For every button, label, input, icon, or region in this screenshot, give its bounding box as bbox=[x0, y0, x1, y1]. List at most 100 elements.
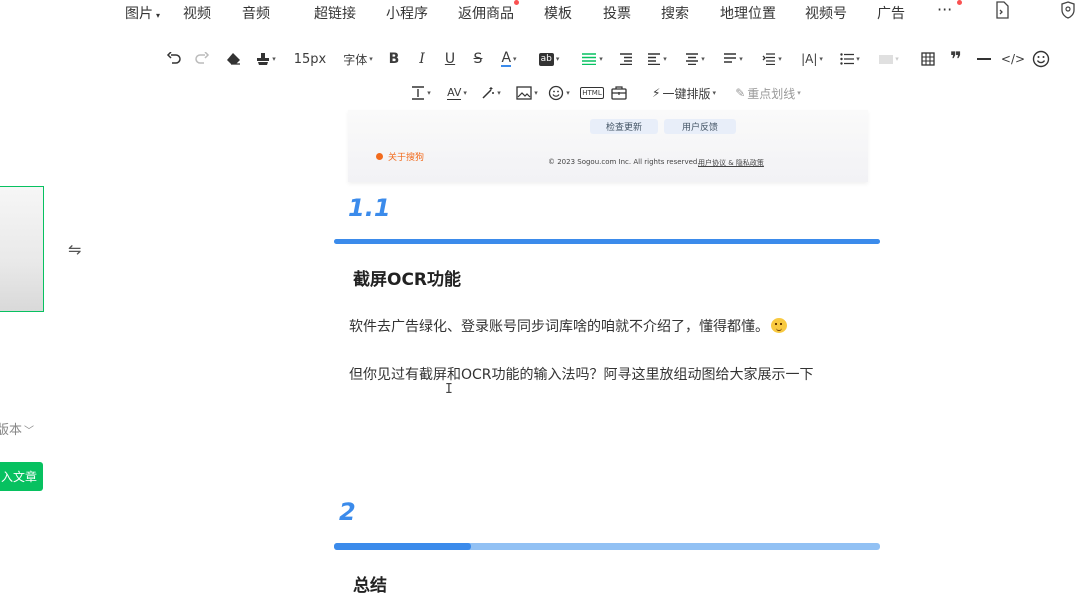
line-height-caret-icon: ▾ bbox=[739, 55, 743, 63]
sticker-icon[interactable]: ▾ bbox=[544, 78, 574, 108]
indent-icon[interactable] bbox=[616, 44, 636, 74]
vertical-align-icon[interactable]: ▾ bbox=[406, 78, 436, 108]
embedded-screenshot-image[interactable]: 检查更新 用户反馈 关于搜狗 © 2023 Sogou.com Inc. All… bbox=[348, 110, 868, 182]
version-selector[interactable]: 版本 ﹀ bbox=[0, 419, 34, 438]
char-spacing-caret-icon: ▾ bbox=[463, 89, 467, 97]
menu-location[interactable]: 地理位置 bbox=[720, 3, 776, 23]
undo-icon[interactable] bbox=[164, 44, 184, 74]
italic-icon[interactable]: I bbox=[412, 44, 432, 74]
menu-rebate-goods[interactable]: 返佣商品 bbox=[458, 3, 514, 23]
strikethrough-icon[interactable]: S bbox=[468, 44, 488, 74]
policy-links: 用户协议 & 隐私政策 bbox=[698, 159, 764, 167]
lightning-icon: ⚡ bbox=[652, 86, 661, 100]
highlight-line-caret-icon: ▾ bbox=[797, 89, 801, 97]
menu-image[interactable]: 图片 ▾ bbox=[125, 3, 160, 23]
section-number: 2 bbox=[339, 498, 356, 526]
font-family-select[interactable]: 字体 ▾ bbox=[340, 44, 376, 74]
html-icon[interactable]: HTML bbox=[580, 78, 604, 108]
background-color-icon[interactable]: ab ▾ bbox=[534, 44, 564, 74]
menu-video[interactable]: 视频 bbox=[183, 3, 211, 23]
font-size-select[interactable]: 15px bbox=[292, 44, 328, 74]
font-family-label: 字体 bbox=[343, 52, 368, 67]
menu-ads[interactable]: 广告 bbox=[877, 3, 905, 23]
cat-emoji-icon bbox=[771, 318, 787, 333]
section-progress-fill bbox=[334, 543, 471, 550]
section-progress-bar bbox=[334, 239, 880, 244]
letter-spacing-icon[interactable]: |A| ▾ bbox=[798, 44, 826, 74]
insert-menu-bar: 图片 ▾ 视频 音频 超链接 小程序 返佣商品 模板 投票 搜索 地理位置 视频号… bbox=[0, 0, 1080, 26]
menu-audio[interactable]: 音频 bbox=[242, 3, 270, 23]
html-label: HTML bbox=[580, 87, 604, 99]
emoji-icon[interactable] bbox=[1030, 44, 1052, 74]
section-heading[interactable]: 总结 bbox=[353, 571, 387, 596]
paragraph[interactable]: 软件去广告绿化、登录账号同步词库啥的咱就不介绍了，懂得都懂。 bbox=[349, 316, 787, 336]
code-icon[interactable]: </> bbox=[1001, 44, 1025, 74]
check-update-pill: 检查更新 bbox=[590, 119, 658, 134]
vertical-align-caret-icon: ▾ bbox=[427, 89, 431, 97]
outdent-icon[interactable]: ▾ bbox=[644, 44, 670, 74]
magic-wand-icon[interactable]: ▾ bbox=[476, 78, 506, 108]
align-left-icon[interactable]: ▾ bbox=[578, 44, 606, 74]
insert-image-icon[interactable]: ▾ bbox=[512, 78, 542, 108]
paragraph-spacing-caret-icon: ▾ bbox=[701, 55, 705, 63]
article-cover-thumbnail[interactable] bbox=[0, 186, 44, 312]
copyright-text: © 2023 Sogou.com Inc. All rights reserve… bbox=[548, 158, 700, 166]
table-style-icon[interactable]: ▾ bbox=[874, 44, 904, 74]
paragraph-text: 软件去广告绿化、登录账号同步词库啥的咱就不介绍了，懂得都懂。 bbox=[349, 319, 769, 335]
menu-mini-program[interactable]: 小程序 bbox=[386, 3, 428, 23]
font-family-caret-icon: ▾ bbox=[369, 55, 373, 63]
menu-template[interactable]: 模板 bbox=[544, 3, 572, 23]
menu-channels[interactable]: 视频号 bbox=[805, 3, 847, 23]
eraser-icon[interactable] bbox=[224, 44, 244, 74]
outdent-caret-icon: ▾ bbox=[663, 55, 667, 63]
menu-more-badge bbox=[957, 0, 962, 5]
section-progress-fill bbox=[334, 239, 880, 244]
line-height-icon[interactable]: ▾ bbox=[720, 44, 746, 74]
table-icon[interactable] bbox=[918, 44, 938, 74]
redo-icon[interactable] bbox=[192, 44, 212, 74]
magic-wand-caret-icon: ▾ bbox=[497, 89, 501, 97]
list-indent-icon[interactable]: ▾ bbox=[758, 44, 786, 74]
insert-article-button[interactable]: 入文章 bbox=[0, 462, 43, 491]
menu-hyperlink[interactable]: 超链接 bbox=[314, 3, 356, 23]
paragraph-spacing-icon[interactable]: ▾ bbox=[682, 44, 708, 74]
menu-search[interactable]: 搜索 bbox=[661, 3, 689, 23]
menu-vote[interactable]: 投票 bbox=[603, 3, 631, 23]
swap-icon[interactable]: ⇋ bbox=[68, 240, 81, 259]
bullet-list-icon[interactable]: ▾ bbox=[836, 44, 864, 74]
section-progress-bar bbox=[334, 543, 880, 550]
paragraph[interactable]: 但你见过有截屏和OCR功能的输入法吗？阿寻这里放组动图给大家展示一下 bbox=[349, 364, 814, 384]
bold-icon[interactable]: B bbox=[384, 44, 404, 74]
section-number: 1.1 bbox=[348, 194, 391, 222]
menu-more[interactable]: ··· bbox=[937, 0, 952, 19]
menu-image-label: 图片 bbox=[125, 6, 153, 22]
insert-image-caret-icon: ▾ bbox=[534, 89, 538, 97]
text-cursor-icon: I bbox=[445, 382, 453, 397]
font-color-icon[interactable]: A ▾ bbox=[496, 44, 522, 74]
toolbox-icon[interactable] bbox=[608, 78, 630, 108]
section-heading[interactable]: 截屏OCR功能 bbox=[353, 265, 461, 290]
about-sogou-label: 关于搜狗 bbox=[388, 153, 425, 163]
one-key-layout-button[interactable]: ⚡ 一键排版 ▾ bbox=[648, 78, 720, 108]
highlight-line-label: 重点划线 bbox=[747, 86, 796, 101]
bullet-list-caret-icon: ▾ bbox=[856, 55, 860, 63]
highlighter-icon: ✎ bbox=[735, 86, 746, 100]
format-toolbar-row-1: ▾ 15px 字体 ▾ B I U S A ▾ ab ▾ ▾ ▾ ▾ ▾ ▾ |A| ▾… bbox=[0, 44, 1080, 74]
divider-icon[interactable] bbox=[974, 44, 994, 74]
font-color-caret-icon: ▾ bbox=[513, 55, 517, 63]
chevron-down-icon: ﹀ bbox=[24, 426, 35, 437]
letter-spacing-caret-icon: ▾ bbox=[819, 55, 823, 63]
menu-image-dropdown-icon: ▾ bbox=[156, 11, 161, 20]
table-style-caret-icon: ▾ bbox=[895, 55, 899, 63]
document-icon[interactable] bbox=[994, 1, 1010, 23]
format-painter-icon[interactable]: ▾ bbox=[254, 44, 278, 74]
shield-icon[interactable] bbox=[1060, 1, 1076, 23]
quote-icon[interactable]: ❞ bbox=[946, 44, 966, 74]
underline-icon[interactable]: U bbox=[440, 44, 460, 74]
about-sogou-link: 关于搜狗 bbox=[376, 150, 424, 163]
format-painter-caret-icon: ▾ bbox=[272, 55, 276, 63]
menu-rebate-badge bbox=[514, 0, 519, 5]
char-spacing-icon[interactable]: AV ▾ bbox=[442, 78, 472, 108]
highlight-line-button[interactable]: ✎ 重点划线 ▾ bbox=[730, 78, 806, 108]
align-caret-icon: ▾ bbox=[599, 55, 603, 63]
